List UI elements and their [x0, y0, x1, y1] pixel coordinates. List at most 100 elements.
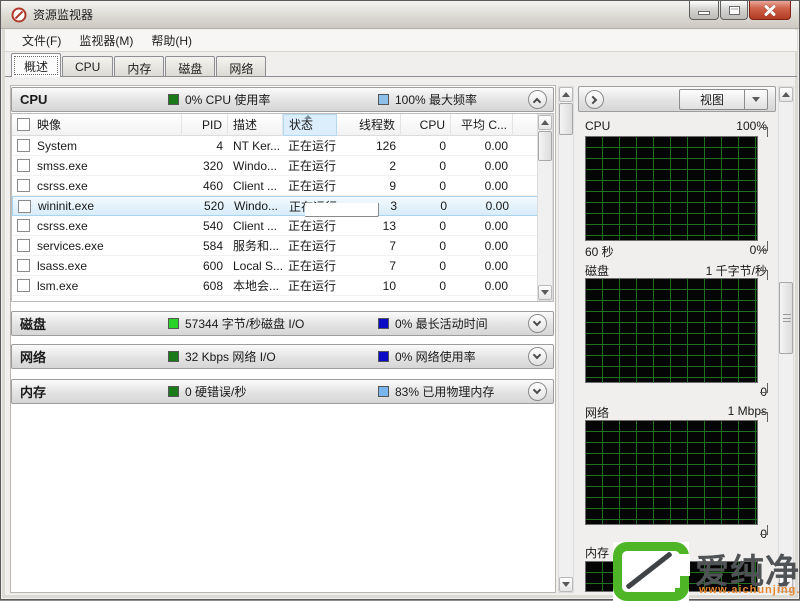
cell-image: services.exe: [12, 239, 182, 253]
maximize-button[interactable]: [720, 1, 748, 20]
disk-legend-io: 57344 字节/秒磁盘 I/O: [168, 315, 378, 332]
cpu-legend-usage: 0% CPU 使用率: [168, 91, 378, 108]
disk-section-title: 磁盘: [20, 317, 47, 332]
table-scroll-down-button[interactable]: [538, 285, 552, 300]
disk-expand-button[interactable]: [528, 314, 547, 333]
menu-file[interactable]: 文件(F): [13, 29, 70, 52]
table-scrollbar[interactable]: [537, 114, 553, 301]
row-checkbox[interactable]: [17, 239, 30, 252]
col-header-status[interactable]: 状态: [283, 114, 337, 136]
cell-cpu: 0: [439, 238, 446, 253]
network-section-header[interactable]: 网络 32 Kbps 网络 I/O 0% 网络使用率: [11, 344, 554, 369]
cpu-usage-label: 0% CPU 使用率: [185, 93, 271, 107]
arrow-up-icon: [782, 92, 790, 97]
image-name: lsm.exe: [37, 278, 79, 293]
cpu-collapse-button[interactable]: [528, 90, 547, 109]
col-threads-label: 线程数: [358, 118, 395, 132]
select-all-checkbox[interactable]: [17, 118, 30, 131]
row-checkbox[interactable]: [17, 159, 30, 172]
cell-cpu: 0: [439, 178, 446, 193]
tab-cpu[interactable]: CPU: [62, 56, 114, 77]
memory-section-title: 内存: [20, 385, 47, 400]
table-scroll-up-button[interactable]: [538, 115, 552, 130]
cell-image: System: [12, 139, 182, 153]
row-checkbox[interactable]: [17, 219, 30, 232]
tab-strip: 概述 CPU 内存 磁盘 网络: [5, 53, 797, 77]
table-row-selected[interactable]: wininit.exe 520 Windo... 正在运行 3 0 0.00: [12, 196, 553, 216]
tab-focus-rect: [14, 56, 59, 75]
table-row[interactable]: csrss.exe 540 Client ... 正在运行 13 0 0.00: [12, 216, 553, 236]
cell-status: 正在运行: [288, 259, 337, 273]
cell-pid: 520: [203, 199, 224, 213]
col-header-avg-cpu[interactable]: 平均 C...: [451, 114, 513, 136]
tab-network-label: 网络: [229, 62, 254, 76]
cell-status: 正在运行: [288, 179, 337, 193]
left-pane-scrollbar[interactable]: [558, 86, 574, 593]
row-checkbox[interactable]: [17, 139, 30, 152]
close-button[interactable]: [749, 1, 791, 20]
watermark-url: www.aichunjing.com: [699, 584, 800, 596]
left-scroll-down-button[interactable]: [559, 577, 573, 592]
chevron-right-icon: [588, 95, 598, 105]
right-pane-scrollbar[interactable]: [778, 86, 794, 593]
right-scrollbar-thumb[interactable]: [779, 282, 793, 354]
network-expand-button[interactable]: [528, 347, 547, 366]
cell-image: wininit.exe: [13, 199, 183, 213]
memory-expand-button[interactable]: [528, 382, 547, 401]
view-button[interactable]: 视图: [679, 89, 745, 110]
memory-section-header[interactable]: 内存 0 硬错误/秒 83% 已用物理内存: [11, 379, 554, 404]
left-scroll-up-button[interactable]: [559, 87, 573, 102]
panel-expand-button[interactable]: [585, 90, 604, 109]
col-header-threads[interactable]: 线程数: [337, 114, 401, 136]
arrow-down-icon: [562, 582, 570, 587]
col-header-cpu[interactable]: CPU: [401, 114, 451, 136]
tab-disk[interactable]: 磁盘: [165, 56, 216, 77]
tab-memory[interactable]: 内存: [114, 56, 165, 77]
col-header-description[interactable]: 描述: [228, 114, 283, 136]
disk-section-header[interactable]: 磁盘 57344 字节/秒磁盘 I/O 0% 最长活动时间: [11, 311, 554, 336]
cpu-section-header[interactable]: CPU 0% CPU 使用率 100% 最大频率: [11, 87, 554, 112]
image-name: csrss.exe: [37, 178, 88, 193]
cpu-graph-title: CPU: [585, 119, 611, 133]
view-dropdown-button[interactable]: [745, 89, 768, 110]
row-checkbox[interactable]: [17, 179, 30, 192]
title-bar[interactable]: 资源监视器: [1, 1, 799, 29]
memory-faults-swatch: [168, 386, 179, 397]
disk-active-label: 0% 最长活动时间: [395, 317, 488, 331]
image-name: wininit.exe: [38, 199, 95, 213]
cell-status: 正在运行: [288, 139, 337, 153]
tooltip-remnant: [305, 203, 379, 217]
caption-buttons: [688, 1, 791, 20]
col-header-pid[interactable]: PID: [182, 114, 228, 136]
table-row[interactable]: System 4 NT Ker... 正在运行 126 0 0.00: [12, 136, 553, 156]
row-checkbox[interactable]: [18, 199, 31, 213]
image-name: System: [37, 138, 78, 153]
table-row[interactable]: smss.exe 320 Windo... 正在运行 2 0 0.00: [12, 156, 553, 176]
left-scrollbar-thumb[interactable]: [559, 103, 573, 135]
row-checkbox[interactable]: [17, 259, 30, 272]
close-icon: [764, 4, 776, 16]
tab-network[interactable]: 网络: [216, 56, 267, 77]
col-header-image[interactable]: 映像: [12, 114, 182, 136]
col-status-label: 状态: [289, 118, 314, 132]
menu-help[interactable]: 帮助(H): [142, 29, 201, 52]
right-scroll-up-button[interactable]: [779, 87, 793, 102]
table-row[interactable]: services.exe 584 服务和... 正在运行 7 0 0.00: [12, 236, 553, 256]
table-row[interactable]: lsm.exe 608 本地会... 正在运行 10 0 0.00: [12, 276, 553, 296]
disk-graph-title: 磁盘: [585, 264, 610, 278]
tab-cpu-label: CPU: [75, 60, 101, 74]
table-row[interactable]: lsass.exe 600 Local S... 正在运行 7 0 0.00: [12, 256, 553, 276]
cell-image: csrss.exe: [12, 219, 182, 233]
disk-graph-footer: 0: [585, 385, 767, 401]
tab-overview[interactable]: 概述: [11, 53, 62, 77]
scale-bracket: [760, 241, 768, 251]
cell-threads: 7: [389, 258, 396, 273]
minimize-button[interactable]: [689, 1, 719, 20]
row-checkbox[interactable]: [17, 279, 30, 292]
menu-monitor[interactable]: 监视器(M): [70, 29, 142, 52]
table-scrollbar-thumb[interactable]: [538, 131, 552, 161]
cell-avg-cpu: 0.00: [484, 158, 508, 173]
cell-avg-cpu: 0.00: [484, 178, 508, 193]
cell-threads: 7: [389, 238, 396, 253]
table-row[interactable]: csrss.exe 460 Client ... 正在运行 9 0 0.00: [12, 176, 553, 196]
